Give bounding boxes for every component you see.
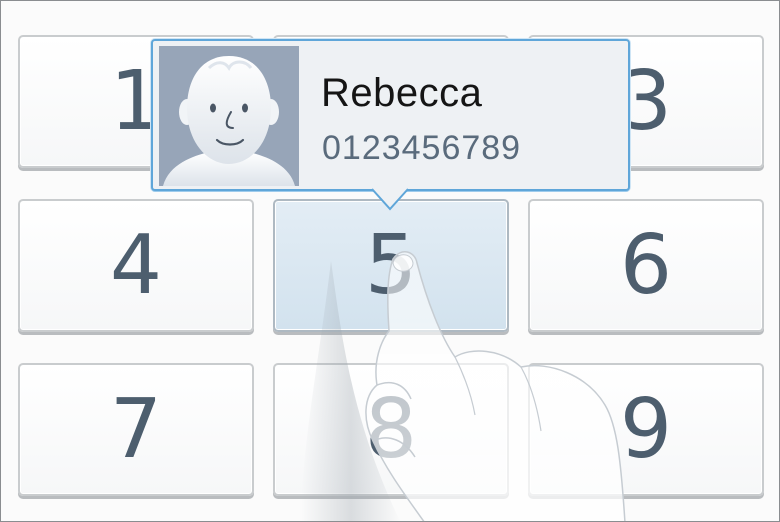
contact-name: Rebecca bbox=[321, 71, 483, 115]
key-digit-label: 9 bbox=[619, 381, 673, 477]
key-digit-label: 7 bbox=[109, 381, 163, 477]
key-digit-label: 5 bbox=[364, 217, 418, 313]
key-digit-label: 8 bbox=[364, 381, 418, 477]
contact-number: 0123456789 bbox=[322, 129, 522, 167]
default-contact-avatar-icon bbox=[163, 56, 295, 186]
key-digit-label: 4 bbox=[109, 217, 163, 313]
key-digit-label: 6 bbox=[619, 217, 673, 313]
keypad-key-7[interactable]: 7 bbox=[18, 363, 254, 496]
keypad-key-9[interactable]: 9 bbox=[528, 363, 764, 496]
keypad-key-6[interactable]: 6 bbox=[528, 199, 764, 332]
keypad-key-8[interactable]: 8 bbox=[273, 363, 509, 496]
popup-pointer-arrow bbox=[371, 188, 409, 211]
keypad-key-5[interactable]: 5 bbox=[273, 199, 509, 332]
keypad-key-4[interactable]: 4 bbox=[18, 199, 254, 332]
dialer-keypad-screen: 1 2 3 4 5 6 7 8 9 bbox=[0, 0, 780, 522]
contact-avatar bbox=[159, 46, 299, 186]
contact-suggestion-popup[interactable]: Rebecca 0123456789 bbox=[151, 39, 630, 191]
